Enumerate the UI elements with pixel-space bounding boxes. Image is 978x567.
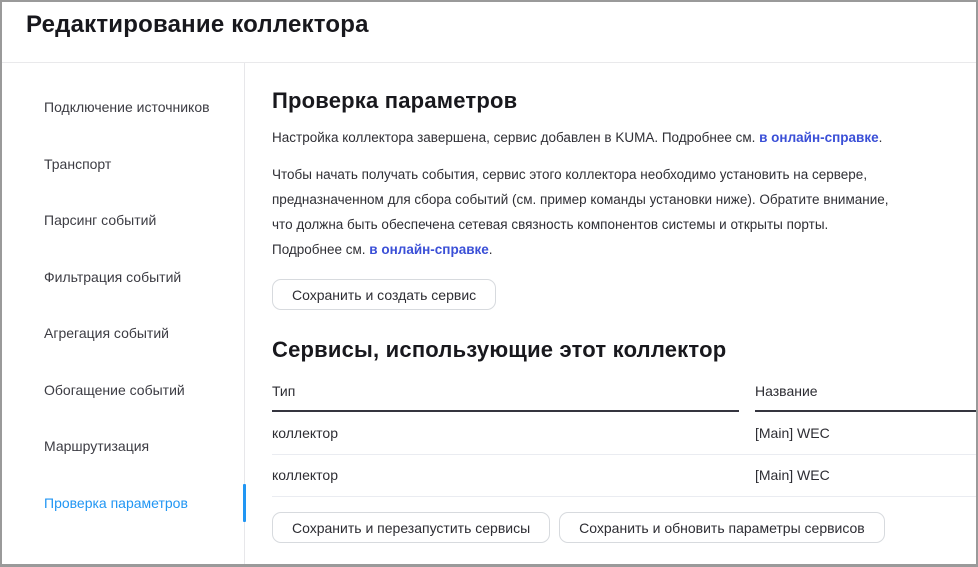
sidebar-item-source-connection[interactable]: Подключение источников <box>2 79 244 136</box>
save-and-create-service-button[interactable]: Сохранить и создать сервис <box>272 279 496 310</box>
paragraph-line: что должна быть обеспечена сетевая связн… <box>272 212 936 237</box>
sidebar-item-event-enrichment[interactable]: Обогащение событий <box>2 362 244 419</box>
section-heading-services: Сервисы, использующие этот коллектор <box>272 337 976 363</box>
paragraph-suffix: . <box>489 242 493 257</box>
bottom-button-bar: Сохранить и перезапустить сервисы Сохран… <box>272 512 976 543</box>
services-table: Тип Название коллектор [Main] WEC коллек… <box>272 383 976 497</box>
sidebar-item-transport[interactable]: Транспорт <box>2 136 244 193</box>
save-and-update-service-params-button[interactable]: Сохранить и обновить параметры сервисов <box>559 512 885 543</box>
section-heading-validation: Проверка параметров <box>272 88 976 114</box>
sidebar-item-event-filtering[interactable]: Фильтрация событий <box>2 249 244 306</box>
sidebar-item-setup-validation[interactable]: Проверка параметров <box>2 475 244 532</box>
online-help-link[interactable]: в онлайн-справке <box>369 242 488 257</box>
sidebar-item-event-aggregation[interactable]: Агрегация событий <box>2 305 244 362</box>
cell-service-name: [Main] WEC <box>755 425 976 441</box>
paragraph-suffix: . <box>879 130 883 145</box>
sidebar-item-event-parsing[interactable]: Парсинг событий <box>2 192 244 249</box>
table-row[interactable]: коллектор [Main] WEC <box>272 455 976 498</box>
wizard-step-sidebar: Подключение источников Транспорт Парсинг… <box>2 63 245 564</box>
cell-service-type: коллектор <box>272 425 755 441</box>
body: Подключение источников Транспорт Парсинг… <box>2 63 976 564</box>
online-help-link[interactable]: в онлайн-справке <box>759 130 878 145</box>
paragraph-line: Чтобы начать получать события, сервис эт… <box>272 162 936 187</box>
sidebar-item-routing[interactable]: Маршрутизация <box>2 418 244 475</box>
paragraph-install-instructions: Чтобы начать получать события, сервис эт… <box>272 162 976 262</box>
main-content: Проверка параметров Настройка коллектора… <box>245 63 976 564</box>
paragraph-text: Подробнее см. <box>272 242 369 257</box>
collector-edit-window: Редактирование коллектора Подключение ис… <box>0 0 978 567</box>
cell-service-name: [Main] WEC <box>755 467 976 483</box>
save-and-restart-services-button[interactable]: Сохранить и перезапустить сервисы <box>272 512 550 543</box>
paragraph-line: предназначенном для сбора событий (см. п… <box>272 187 936 212</box>
page-title: Редактирование коллектора <box>26 11 976 39</box>
paragraph-setup-complete: Настройка коллектора завершена, сервис д… <box>272 128 976 148</box>
cell-service-type: коллектор <box>272 467 755 483</box>
paragraph-line-last: Подробнее см. в онлайн-справке. <box>272 237 936 262</box>
table-header-row: Тип Название <box>272 383 976 412</box>
titlebar: Редактирование коллектора <box>2 2 976 63</box>
column-header-name: Название <box>755 383 976 412</box>
column-header-type: Тип <box>272 383 739 412</box>
table-row[interactable]: коллектор [Main] WEC <box>272 412 976 455</box>
paragraph-text: Настройка коллектора завершена, сервис д… <box>272 130 759 145</box>
